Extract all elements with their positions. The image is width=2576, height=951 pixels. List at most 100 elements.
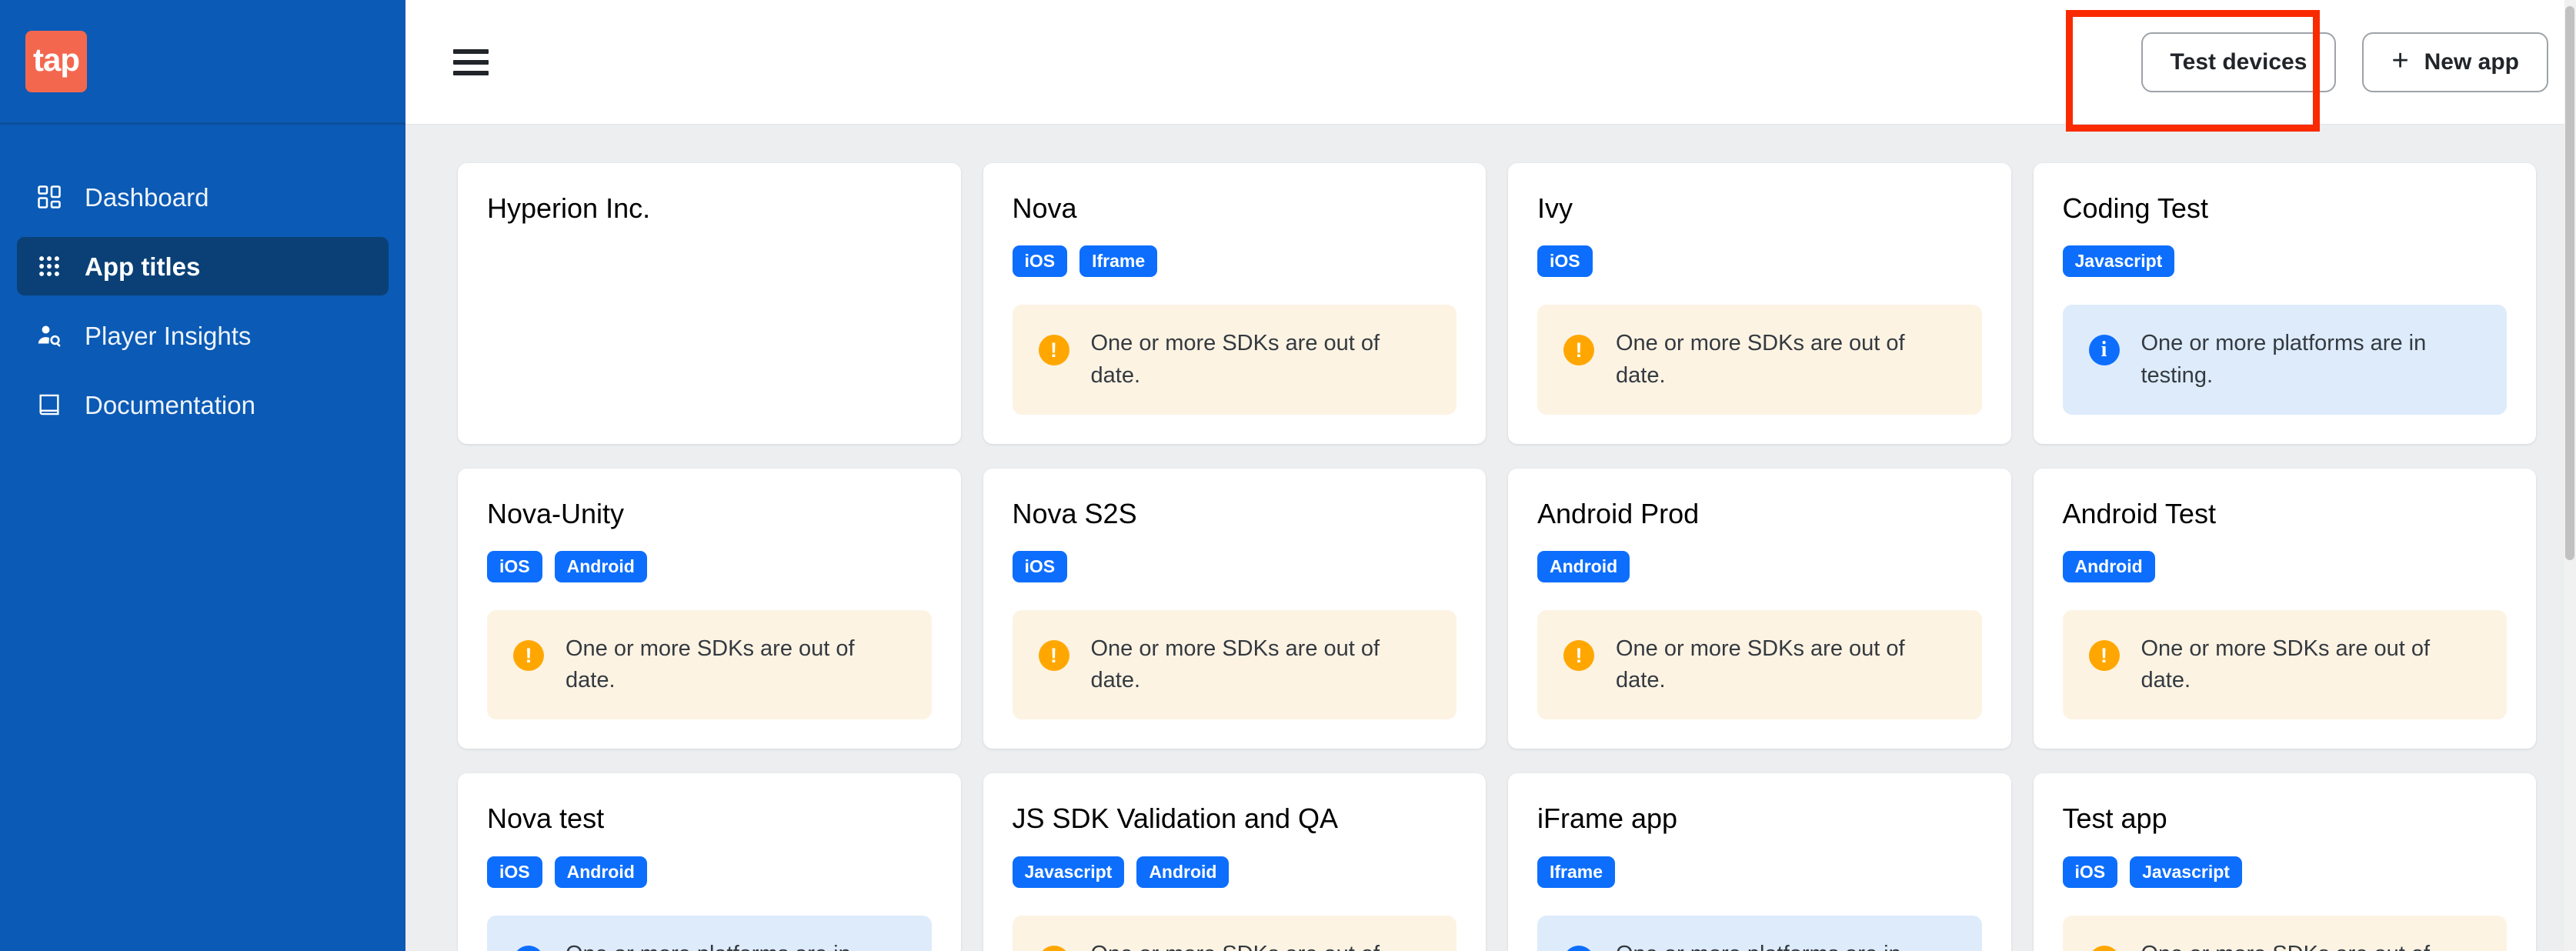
platform-badge-list: iOS Android [487,551,932,583]
app-card-title: Test app [2062,803,2167,835]
app-root: tap Dashboard App titles Player Insights… [0,0,2576,951]
app-card[interactable]: Nova test iOS Android i One or more platform… [458,773,961,951]
brand-logo[interactable]: tap [0,0,405,125]
platform-badge-list: Javascript Android [1012,856,1457,888]
platform-badge: iOS [487,856,542,888]
app-card-title: JS SDK Validation and QA [1012,803,1339,835]
sidebar-item-dashboard[interactable]: Dashboard [17,168,389,226]
app-card-title: Coding Test [2062,192,2208,224]
sidebar-item-label: App titles [85,252,201,281]
platform-badge: Android [554,551,647,583]
app-card-alert-text: One or more SDKs are out of date. [2141,636,2431,693]
page-scrollbar-thumb[interactable] [2565,6,2574,560]
app-card[interactable]: Nova iOS Iframe! One or more SDKs are out o… [983,163,1486,444]
exclamation-icon: ! [1038,640,1069,672]
sidebar-item-label: Documentation [85,390,255,419]
sidebar-item-app-titles[interactable]: App titles [17,237,389,295]
platform-badge-list: iOS [1537,245,1982,278]
platform-badge: Android [2062,551,2155,583]
app-card-alert-text: One or more platforms are in testing. [566,939,906,951]
app-card-alert-text: One or more SDKs are out of date. [1090,636,1380,693]
sidebar-nav: Dashboard App titles Player Insights Doc… [0,125,405,434]
platform-badge: Android [1136,856,1230,888]
exclamation-icon: ! [2088,945,2120,951]
exclamation-icon: ! [1563,640,1594,672]
app-card-alert: ! One or more SDKs are out of date. [1012,915,1457,951]
app-card-title: Android Prod [1537,497,1700,529]
app-card-alert-text: One or more SDKs are out of date. [566,636,855,693]
platform-badge: Android [1537,551,1630,583]
app-card-alert-text: One or more SDKs are out of date. [1616,331,1905,388]
main-area: Test devices + New app Hyperion Inc. Nova… [405,0,2576,951]
alert-icon-glyph: ! [1575,338,1583,362]
person-search-icon [35,322,63,349]
app-card[interactable]: Hyperion Inc. [458,163,961,444]
app-cards-grid: Hyperion Inc. Nova iOS Iframe! One or more S… [458,163,2536,951]
platform-badge-list: Javascript [2062,245,2508,278]
hamburger-menu-icon[interactable] [453,48,489,75]
alert-icon-glyph: ! [525,643,532,667]
hamburger-bar [453,70,489,75]
topbar: Test devices + New app [405,0,2576,132]
exclamation-icon: ! [2088,640,2120,672]
app-card[interactable]: Coding Test Javascript i One or more platfo… [2033,163,2536,444]
sidebar-item-player-insights[interactable]: Player Insights [17,306,389,365]
logo-text: tap [33,41,80,78]
test-devices-button[interactable]: Test devices [2141,32,2337,92]
app-card[interactable]: Test app iOS Javascript! One or more SDKs a… [2033,773,2536,951]
platform-badge: Iframe [1079,245,1158,278]
platform-badge: iOS [487,551,542,583]
platform-badge: iOS [1012,551,1068,583]
sidebar: tap Dashboard App titles Player Insights… [0,0,405,951]
app-card-alert: ! One or more SDKs are out of date. [1012,610,1457,720]
app-card-title: Hyperion Inc. [487,192,651,224]
exclamation-icon: ! [1563,335,1594,366]
dashboard-grid-icon [35,183,63,211]
platform-badge: iOS [1012,245,1068,278]
platform-badge-list: iOS [1012,551,1457,583]
new-app-label: New app [2424,48,2519,75]
sidebar-item-label: Player Insights [85,321,252,350]
hamburger-bar [453,48,489,54]
app-card-alert: ! One or more SDKs are out of date. [2062,610,2507,720]
exclamation-icon: ! [1038,945,1069,951]
platform-badge-list: Android [1537,551,1982,583]
platform-badge-list: iOS Iframe [1012,245,1457,278]
app-card-title: iFrame app [1537,803,1678,835]
app-card-title: Nova S2S [1012,497,1137,529]
exclamation-icon: ! [1038,335,1069,366]
platform-badge: Iframe [1537,856,1616,888]
platform-badge-list: Iframe [1537,856,1982,888]
app-card-alert-text: One or more platforms are in testing. [2141,331,2427,388]
platform-badge: Android [554,856,647,888]
info-icon: i [513,945,544,951]
app-card[interactable]: JS SDK Validation and QA Javascript Androi… [983,773,1486,951]
app-card[interactable]: Nova-Unity iOS Android! One or more SDKs ar… [458,468,961,749]
app-card[interactable]: iFrame app Iframe i One or more platforms a… [1508,773,2011,951]
info-icon: i [2088,335,2120,366]
app-card-title: Nova-Unity [487,497,625,529]
platform-badge: Javascript [1012,856,1125,888]
app-card-alert: ! One or more SDKs are out of date. [2062,915,2507,951]
platform-badge-list: iOS Android [487,856,932,888]
sidebar-item-label: Dashboard [85,182,209,212]
app-card-alert-text: One or more SDKs are out of date. [1616,636,1905,693]
apps-dots-icon [35,252,63,280]
app-card-title: Nova test [487,803,605,835]
app-card[interactable]: Ivy iOS! One or more SDKs are out of date. [1508,163,2011,444]
app-card[interactable]: Android Test Android! One or more SDKs are… [2033,468,2536,749]
alert-icon-glyph: ! [1050,643,1057,667]
alert-icon-glyph: ! [2101,643,2107,667]
app-card-alert-text: One or more SDKs are out of date. [1090,331,1380,388]
app-card-alert-text: One or more platforms are in testing. [1616,939,1956,951]
alert-icon-glyph: i [2101,338,2107,362]
platform-badge: Javascript [2130,856,2242,888]
platform-badge: Javascript [2062,245,2175,278]
sidebar-item-documentation[interactable]: Documentation [17,375,389,434]
app-card[interactable]: Nova S2S iOS! One or more SDKs are out of … [983,468,1486,749]
app-card[interactable]: Android Prod Android! One or more SDKs are… [1508,468,2011,749]
new-app-button[interactable]: + New app [2362,32,2548,92]
topbar-actions: Test devices + New app [2141,32,2548,92]
app-card-alert-text: One or more SDKs are out of date. [1091,939,1431,951]
app-card-alert: i One or more platforms are in testing. [1537,915,1982,951]
